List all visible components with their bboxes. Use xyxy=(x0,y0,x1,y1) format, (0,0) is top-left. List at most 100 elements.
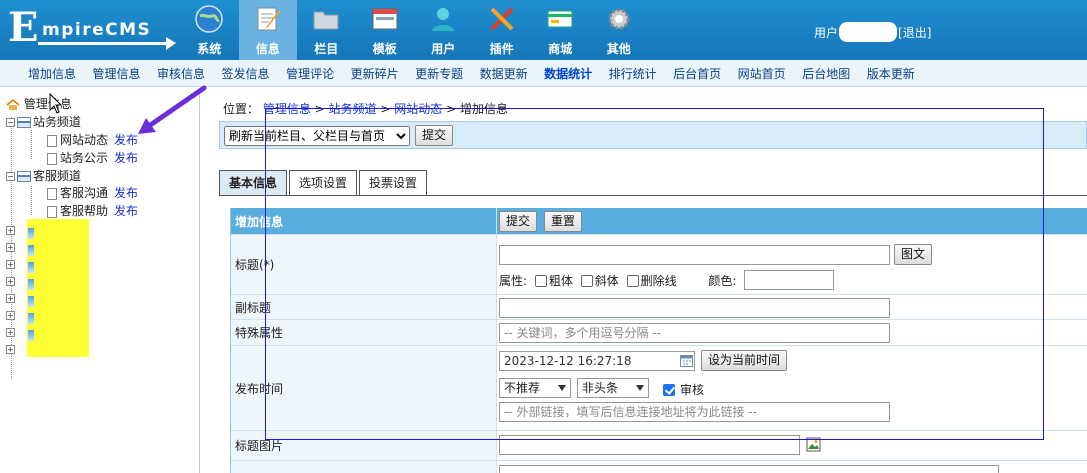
nav-user[interactable]: 用户 xyxy=(414,0,473,60)
refresh-scope-select[interactable]: 刷新当前栏目、父栏目与首页 xyxy=(224,126,410,146)
nav-column[interactable]: 栏目 xyxy=(297,0,356,60)
redaction-highlight xyxy=(27,219,89,357)
next-row-input[interactable] xyxy=(499,465,999,473)
tree-item-notice: 站务公示 发布 xyxy=(44,150,138,167)
title-image-text-button[interactable]: 图文 xyxy=(894,244,933,265)
subnav-admin-map[interactable]: 后台地图 xyxy=(802,65,850,82)
tab-basic[interactable]: 基本信息 xyxy=(219,170,288,196)
tree-expand-toggle[interactable]: + xyxy=(6,256,15,273)
calendar-icon[interactable] xyxy=(680,354,693,367)
nav-system[interactable]: 系统 xyxy=(180,0,239,60)
italic-checkbox[interactable] xyxy=(580,275,593,287)
card-icon xyxy=(547,10,573,28)
form-submit-button[interactable]: 提交 xyxy=(499,211,538,232)
tree-item-label[interactable]: 站务公示 xyxy=(60,151,108,165)
tree-item-label[interactable]: 客服帮助 xyxy=(60,204,108,218)
nav-template[interactable]: 模板 xyxy=(356,0,415,60)
breadcrumb-sep: > xyxy=(376,102,395,116)
nav-other[interactable]: 其他 xyxy=(590,0,649,60)
subnav-data-stats[interactable]: 数据统计 xyxy=(544,65,592,82)
publish-link[interactable]: 发布 xyxy=(114,204,138,218)
collapse-icon[interactable]: − xyxy=(6,172,15,181)
subnav-rank-stats[interactable]: 排行统计 xyxy=(609,65,657,82)
next-row-label xyxy=(231,461,497,473)
empirecms-logo[interactable]: E mpireCMS xyxy=(6,6,176,52)
strike-checkbox[interactable] xyxy=(626,275,639,287)
subnav-sign-info[interactable]: 签发信息 xyxy=(222,65,270,82)
page-icon xyxy=(47,152,57,165)
tree-expand-toggle[interactable]: + xyxy=(6,273,15,290)
subnav-audit-info[interactable]: 审核信息 xyxy=(157,65,205,82)
refresh-submit-button[interactable]: 提交 xyxy=(415,125,454,146)
italic-label: 斜体 xyxy=(594,274,619,288)
expand-icon[interactable]: + xyxy=(6,328,15,337)
tab-options[interactable]: 选项设置 xyxy=(289,170,358,196)
subnav-update-fragment[interactable]: 更新碎片 xyxy=(351,65,399,82)
tree-group-service[interactable]: − 客服频道 xyxy=(6,168,81,185)
recommend-select[interactable]: 不推荐 xyxy=(499,378,571,398)
channel-icon xyxy=(28,245,34,256)
attr-label: 属性: xyxy=(499,274,528,288)
subnav-site-home[interactable]: 网站首页 xyxy=(738,65,786,82)
nav-info[interactable]: 信息 xyxy=(238,0,297,60)
publish-link[interactable]: 发布 xyxy=(114,151,138,165)
tree-guide xyxy=(31,186,32,215)
publish-link[interactable]: 发布 xyxy=(114,186,138,200)
subnav-data-update[interactable]: 数据更新 xyxy=(480,65,528,82)
subnav-update-topic[interactable]: 更新专题 xyxy=(415,65,463,82)
subnav-version-update[interactable]: 版本更新 xyxy=(867,65,915,82)
color-label: 颜色: xyxy=(708,274,737,288)
breadcrumb-link[interactable]: 网站动态 xyxy=(394,102,442,116)
channel-icon xyxy=(28,313,34,324)
expand-icon[interactable]: + xyxy=(6,311,15,320)
tree-group-station[interactable]: − 站务频道 xyxy=(6,114,81,131)
keywords-input[interactable]: -- 关键词，多个用逗号分隔 -- xyxy=(499,323,890,343)
bold-checkbox[interactable] xyxy=(534,275,547,287)
breadcrumb-link[interactable]: 站务频道 xyxy=(329,102,377,116)
expand-icon[interactable]: + xyxy=(6,243,15,252)
tree-expand-toggle[interactable]: + xyxy=(6,307,15,324)
pubtime-label: 发布时间 xyxy=(231,346,497,430)
expand-icon[interactable]: + xyxy=(6,260,15,269)
subnav-admin-home[interactable]: 后台首页 xyxy=(673,65,721,82)
breadcrumb-link[interactable]: 管理信息 xyxy=(263,102,311,116)
logout-link[interactable]: [退出] xyxy=(898,24,931,41)
channel-icon xyxy=(28,262,34,273)
titlepic-row: 标题图片 xyxy=(231,431,1087,461)
channel-icon xyxy=(17,171,31,182)
expand-icon[interactable]: + xyxy=(6,345,15,354)
subnav-manage-info[interactable]: 管理信息 xyxy=(93,65,141,82)
gear-icon xyxy=(608,8,629,30)
color-input[interactable] xyxy=(744,270,834,290)
pubtime-input[interactable]: 2023-12-12 16:27:18 xyxy=(499,351,695,371)
channel-icon xyxy=(17,117,31,128)
tab-vote[interactable]: 投票设置 xyxy=(359,170,428,196)
title-input[interactable] xyxy=(499,245,890,265)
tree-expand-toggle[interactable]: + xyxy=(6,290,15,307)
expand-icon[interactable]: + xyxy=(6,294,15,303)
subnav-manage-comment[interactable]: 管理评论 xyxy=(286,65,334,82)
tree-item-help: 客服帮助 发布 xyxy=(44,203,138,220)
expand-icon[interactable]: + xyxy=(6,277,15,286)
titlepic-input[interactable] xyxy=(499,435,800,455)
recommend-value: 不推荐 xyxy=(504,381,541,395)
audit-checkbox[interactable] xyxy=(663,384,675,396)
tree-guide xyxy=(31,130,32,159)
expand-icon[interactable]: + xyxy=(6,226,15,235)
image-picker-icon[interactable] xyxy=(806,437,821,452)
nav-shop[interactable]: 商城 xyxy=(531,0,590,60)
tree-expand-toggle[interactable]: + xyxy=(6,239,15,256)
tree-expand-toggle[interactable]: + xyxy=(6,324,15,341)
external-link-input[interactable]: -- 外部链接，填写后信息连接地址将为此链接 -- xyxy=(499,402,890,422)
tree-item-label[interactable]: 网站动态 xyxy=(60,133,108,147)
nav-plugin[interactable]: 插件 xyxy=(473,0,532,60)
form-reset-button[interactable]: 重置 xyxy=(544,211,583,232)
tree-expand-toggle[interactable]: + xyxy=(6,222,15,239)
collapse-icon[interactable]: − xyxy=(6,118,15,127)
subtitle-input[interactable] xyxy=(499,298,890,318)
tree-expand-toggle[interactable]: + xyxy=(6,341,15,358)
tree-item-label[interactable]: 客服沟通 xyxy=(60,186,108,200)
set-now-button[interactable]: 设为当前时间 xyxy=(701,350,788,371)
subnav-add-info[interactable]: 增加信息 xyxy=(28,65,76,82)
headline-select[interactable]: 非头条 xyxy=(577,378,649,398)
